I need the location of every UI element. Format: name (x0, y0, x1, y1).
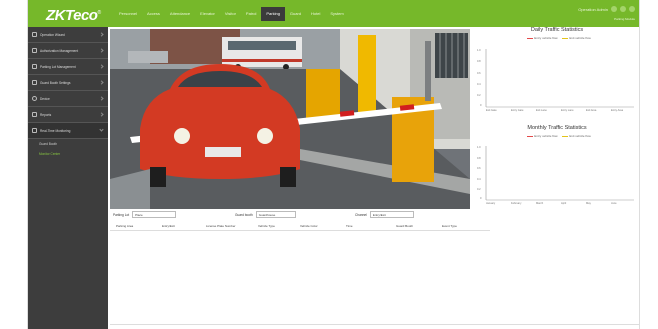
main-nav: Personnel Access Attendance Elevator Vis… (114, 7, 349, 21)
column-header[interactable]: Time (346, 224, 353, 228)
x-tick: January (486, 202, 496, 205)
y-tick: 0.4 (477, 178, 481, 181)
nav-access[interactable]: Access (142, 7, 165, 21)
chevron-icon (99, 48, 104, 53)
x-tick: Entry Gate (511, 109, 524, 112)
sidebar-item-reports[interactable]: Reports (28, 107, 108, 123)
column-header[interactable]: Event Type (442, 224, 457, 228)
guard-booth-select[interactable]: Guardhouse (255, 211, 296, 218)
monthly-chart-plot (485, 146, 634, 201)
module-subtitle: Parking Module (614, 17, 635, 21)
sidebar-subitem-monitor-center[interactable]: Monitor Center (28, 149, 108, 159)
y-tick: 0.6 (477, 167, 481, 170)
filter-bar: Parking Lot Place Guard booth Guardhouse… (110, 209, 639, 221)
nav-system[interactable]: System (325, 7, 348, 21)
monthly-traffic-chart: Monthly Traffic Statistics Entry vehicle… (474, 122, 639, 212)
top-bar: ZKTeco® Personnel Access Attendance Elev… (28, 0, 639, 27)
chevron-icon (99, 127, 104, 132)
nav-parking[interactable]: Parking (261, 7, 285, 21)
sidebar-item-operation-wizard[interactable]: Operation Wizard (28, 27, 108, 43)
daily-traffic-chart: Daily Traffic Statistics Entry vehicle f… (474, 27, 639, 122)
device-icon (32, 96, 37, 101)
y-tick: 0.2 (477, 188, 481, 191)
chevron-icon (99, 32, 104, 37)
y-tick: 1.0 (477, 49, 481, 52)
sidebar-item-parking-lot[interactable]: Parking Lot Management (28, 59, 108, 75)
y-tick: 1.0 (477, 146, 481, 149)
column-header[interactable]: Vehicle Type (258, 224, 275, 228)
chevron-icon (99, 96, 104, 101)
reports-icon (32, 112, 37, 117)
column-header[interactable]: Parking Area (116, 224, 133, 228)
nav-visitor[interactable]: Visitor (220, 7, 241, 21)
x-tick: February (511, 202, 522, 205)
y-tick: 0 (480, 104, 482, 107)
chevron-icon (99, 112, 104, 117)
x-tick: May (586, 202, 591, 205)
top-right-tools: Operation Admin Parking Module (578, 6, 635, 21)
x-tick: Entry Lane (561, 109, 574, 112)
y-tick: 0.8 (477, 60, 481, 63)
settings-icon[interactable] (620, 6, 626, 12)
guard-booth-filter: Guard booth Guardhouse (235, 211, 296, 218)
column-header[interactable]: Entry/Exit (162, 224, 175, 228)
monitoring-icon (32, 128, 37, 133)
sidebar-item-device[interactable]: Device (28, 91, 108, 107)
sidebar-subitem-guard-booth[interactable]: Guard Booth (28, 139, 108, 149)
parking-lot-icon (32, 64, 37, 69)
parking-lot-label: Parking Lot (113, 212, 130, 217)
x-tick: Exit Lane (536, 109, 547, 112)
nav-hotel[interactable]: Hotel (306, 7, 325, 21)
y-tick: 0.4 (477, 83, 481, 86)
x-tick: March (536, 202, 544, 205)
y-tick: 0.8 (477, 157, 481, 160)
nav-patrol[interactable]: Patrol (241, 7, 261, 21)
column-header[interactable]: Guard Booth (396, 224, 413, 228)
channel-filter: Channel Entry/Exit (355, 211, 414, 218)
y-tick: 0 (480, 197, 482, 200)
y-tick: 0.2 (477, 94, 481, 97)
camera-image (110, 29, 470, 209)
nav-attendance[interactable]: Attendance (165, 7, 195, 21)
x-tick: Entry Area (611, 109, 624, 112)
x-tick: Exit Area (586, 109, 597, 112)
x-tick: June (611, 202, 617, 205)
sidebar-item-real-time-monitoring[interactable]: Real-Time Monitoring (28, 123, 108, 139)
nav-personnel[interactable]: Personnel (114, 7, 142, 21)
column-header[interactable]: License Plate Number (206, 224, 236, 228)
x-tick: Exit Gate (486, 109, 497, 112)
camera-feed (110, 29, 470, 209)
authorization-icon (32, 48, 37, 53)
sidebar-item-guard-booth[interactable]: Guard Booth Settings (28, 75, 108, 91)
nav-guard[interactable]: Guard (285, 7, 306, 21)
app-window: ZKTeco® Personnel Access Attendance Elev… (27, 0, 640, 329)
zkteco-logo: ZKTeco® (46, 7, 101, 24)
help-icon[interactable] (611, 6, 617, 12)
x-tick: April (561, 202, 567, 205)
footer-divider (110, 324, 639, 325)
logout-icon[interactable] (629, 6, 635, 12)
user-name[interactable]: Operation Admin (578, 7, 608, 12)
guard-booth-label: Guard booth (235, 212, 253, 217)
daily-chart-plot (485, 49, 634, 108)
events-table-header: Parking Area Entry/Exit License Plate Nu… (110, 221, 490, 231)
column-header[interactable]: Vehicle Color (300, 224, 318, 228)
wizard-icon (32, 32, 37, 37)
parking-lot-filter: Parking Lot Place (113, 211, 177, 218)
guard-booth-icon (32, 80, 37, 85)
sidebar: Operation Wizard Authorization Managemen… (28, 27, 108, 329)
chevron-icon (99, 80, 104, 85)
parking-lot-select[interactable]: Place (132, 211, 177, 218)
nav-elevator[interactable]: Elevator (195, 7, 220, 21)
channel-label: Channel (355, 212, 367, 217)
sidebar-item-authorization[interactable]: Authorization Management (28, 43, 108, 59)
chevron-icon (99, 64, 104, 69)
y-tick: 0.6 (477, 72, 481, 75)
channel-select[interactable]: Entry/Exit (369, 211, 414, 218)
